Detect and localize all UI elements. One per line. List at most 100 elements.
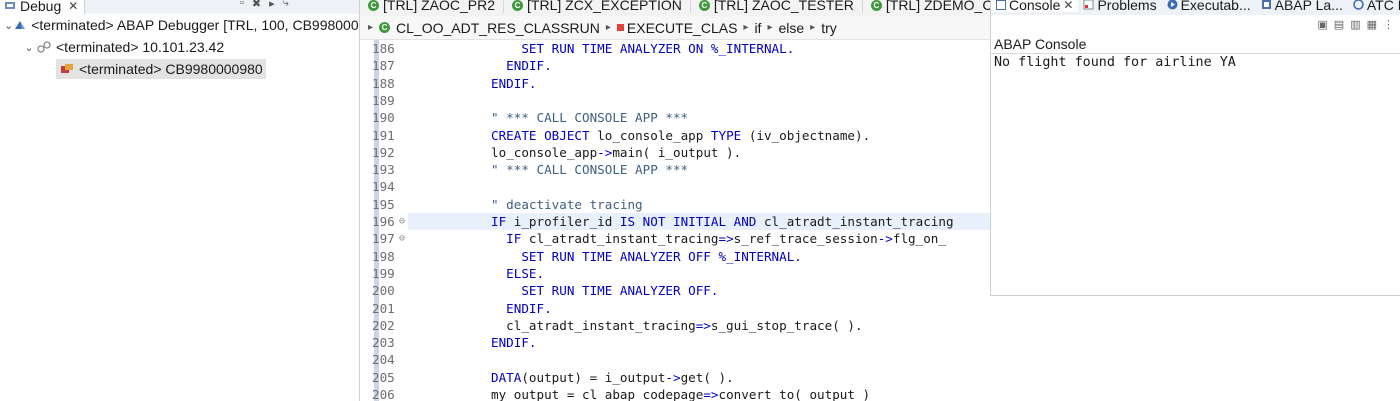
breadcrumb: ▸ C CL_OO_ADT_RES_CLASSRUN ▸ EXECUTE_CLA… — [360, 16, 990, 40]
code-line[interactable]: 202 cl_atradt_instant_tracing=>s_gui_sto… — [360, 317, 990, 334]
breadcrumb-item-if[interactable]: if — [754, 20, 761, 36]
editor-tab-3[interactable]: C [TRL] ZAOC_TESTER — [691, 0, 863, 13]
chevron-right-icon[interactable]: ▸ — [368, 22, 373, 33]
code-line[interactable]: 198 SET RUN TIME ANALYZER OFF %_INTERNAL… — [360, 248, 990, 265]
debug-tabbar: Debug ✕ ▫ ✖ ▸ ⤷ — [0, 0, 359, 14]
code-text[interactable]: lo_console_app->main( i_output ). — [408, 144, 990, 161]
code-text[interactable]: ENDIF. — [408, 300, 990, 317]
code-line[interactable]: 203 ENDIF. — [360, 334, 990, 351]
code-line[interactable]: 195 " deactivate tracing — [360, 196, 990, 213]
resume-icon[interactable]: ▸ — [269, 0, 275, 10]
step-over-icon[interactable]: ⤷ — [283, 0, 289, 10]
pin-console-icon[interactable]: ▥ — [1350, 18, 1360, 31]
code-line[interactable]: 189 — [360, 92, 990, 109]
code-text[interactable]: ENDIF. — [408, 75, 990, 92]
code-text[interactable]: CREATE OBJECT lo_console_app TYPE (iv_ob… — [408, 127, 990, 144]
code-token: IF — [491, 231, 522, 247]
code-token: get( ). — [680, 369, 734, 385]
code-token: " deactivate tracing — [491, 196, 643, 212]
code-line[interactable]: 201 ENDIF. — [360, 300, 990, 317]
code-text[interactable]: " deactivate tracing — [408, 196, 990, 213]
code-token: ENDIF. — [491, 335, 537, 351]
tree-item-host[interactable]: ⌄ <terminated> 10.101.23.42 — [0, 36, 359, 58]
code-line[interactable]: 188 ENDIF. — [360, 75, 990, 92]
remove-launch-icon[interactable]: ✖ — [252, 0, 261, 10]
code-text[interactable]: SET RUN TIME ANALYZER OFF. — [408, 282, 990, 299]
code-text[interactable]: ELSE. — [408, 265, 990, 282]
tab-atc-problems[interactable]: ATC Prob — [1348, 0, 1400, 13]
code-line[interactable]: 199 ELSE. — [360, 265, 990, 282]
console-toolbar: ▣ ▤ ▥ ▦ ⋮ — [1317, 18, 1394, 31]
code-line[interactable]: 190 " *** CALL CONSOLE APP *** — [360, 109, 990, 126]
breadcrumb-item-method[interactable]: EXECUTE_CLAS — [616, 19, 738, 36]
code-line[interactable]: 193 " *** CALL CONSOLE APP *** — [360, 161, 990, 178]
code-area[interactable]: 186 SET RUN TIME ANALYZER ON %_INTERNAL.… — [360, 40, 990, 401]
code-text[interactable]: SET RUN TIME ANALYZER OFF %_INTERNAL. — [408, 248, 990, 265]
code-text[interactable]: cl_atradt_instant_tracing=>s_gui_stop_tr… — [408, 317, 990, 334]
code-text[interactable]: ENDIF. — [408, 57, 990, 74]
code-text[interactable]: my_output = cl_abap_codepage=>convert_to… — [408, 386, 990, 401]
breadcrumb-item-class[interactable]: CL_OO_ADT_RES_CLASSRUN — [396, 20, 600, 36]
code-line[interactable]: 192 lo_console_app->main( i_output ). — [360, 144, 990, 161]
code-text[interactable]: " *** CALL CONSOLE APP *** — [408, 161, 990, 178]
breadcrumb-item-label: EXECUTE_CLAS — [626, 19, 738, 36]
code-text[interactable]: DATA(output) = i_output->get( ). — [408, 369, 990, 386]
code-line[interactable]: 186 SET RUN TIME ANALYZER ON %_INTERNAL. — [360, 40, 990, 57]
fold-toggle-icon[interactable]: ⊖ — [399, 230, 405, 247]
code-text[interactable] — [408, 351, 990, 368]
view-menu-icon[interactable]: ⋮ — [1383, 18, 1394, 31]
tab-abap-language[interactable]: ABAP La... — [1256, 0, 1348, 13]
close-icon[interactable]: ✕ — [68, 0, 78, 13]
tree-item-debugger[interactable]: ⌄ <terminated> ABAP Debugger [TRL, 100, … — [0, 14, 359, 36]
remove-all-terminated-icon[interactable]: ▫ — [240, 0, 244, 10]
line-number: 191 — [372, 127, 395, 143]
code-line[interactable]: 187 ENDIF. — [360, 57, 990, 74]
tab-executable[interactable]: Executab... — [1162, 0, 1256, 13]
code-line[interactable]: 200 SET RUN TIME ANALYZER OFF. — [360, 282, 990, 299]
code-text[interactable] — [408, 178, 990, 195]
editor-tab-1[interactable]: C [TRL] ZAOC_PR2 — [360, 0, 505, 13]
code-token: => — [718, 231, 734, 247]
editor-tab-label: [TRL] ZDEMO_CONN — [885, 0, 990, 13]
editor-tab-4[interactable]: C [TRL] ZDEMO_CONN — [863, 0, 990, 13]
code-line[interactable]: 191 CREATE OBJECT lo_console_app TYPE (iv… — [360, 127, 990, 144]
tab-debug[interactable]: Debug ✕ — [0, 0, 86, 14]
line-number: 189 — [372, 92, 395, 108]
code-text[interactable] — [408, 92, 990, 109]
code-line[interactable]: 196 ⊖ IF i_profiler_id IS NOT INITIAL AND … — [360, 213, 990, 231]
editor-tabbar: C [TRL] ZAOC_PR2 C [TRL] ZCX_EXCEPTION C… — [360, 0, 990, 16]
code-text[interactable]: SET RUN TIME ANALYZER ON %_INTERNAL. — [408, 40, 990, 57]
breadcrumb-item-else[interactable]: else — [778, 20, 804, 36]
code-line[interactable]: 197 ⊖ IF cl_atradt_instant_tracing=>s_ref… — [360, 230, 990, 247]
clear-console-icon[interactable]: ▣ — [1317, 18, 1327, 31]
breadcrumb-item-try[interactable]: try — [821, 20, 837, 36]
divider — [991, 53, 1400, 54]
chevron-down-icon[interactable]: ⌄ — [4, 19, 13, 32]
code-token: SET RUN TIME ANALYZER OFF. — [491, 283, 719, 299]
code-line[interactable]: 206 my_output = cl_abap_codepage=>convert… — [360, 386, 990, 401]
fold-toggle-icon[interactable]: ⊖ — [399, 213, 405, 230]
code-token: i_profiler_id — [506, 214, 620, 229]
code-text[interactable]: IF i_profiler_id IS NOT INITIAL AND cl_a… — [408, 213, 990, 231]
console-output[interactable]: No flight found for airline YA — [994, 55, 1236, 70]
tab-problems[interactable]: Problems — [1078, 0, 1161, 13]
code-line[interactable]: 204 — [360, 351, 990, 368]
code-token: TYPE — [710, 127, 742, 143]
chevron-down-icon[interactable]: ⌄ — [22, 41, 36, 54]
tree-item-session[interactable]: <terminated> CB9980000980 — [0, 58, 359, 80]
editor-tab-2[interactable]: C [TRL] ZCX_EXCEPTION — [504, 0, 691, 13]
display-selected-console-icon[interactable]: ▦ — [1367, 18, 1377, 31]
code-text[interactable]: IF cl_atradt_instant_tracing=>s_ref_trac… — [408, 230, 990, 247]
close-icon[interactable]: ✕ — [1063, 0, 1073, 12]
code-line[interactable]: 194 — [360, 178, 990, 195]
terminated-thread-icon — [59, 62, 75, 76]
code-text[interactable]: " *** CALL CONSOLE APP *** — [408, 109, 990, 126]
tab-console[interactable]: Console ✕ — [991, 0, 1079, 13]
class-icon: C — [698, 0, 710, 11]
code-token: s_gui_stop_trace( ). — [710, 317, 863, 333]
code-text[interactable]: ENDIF. — [408, 334, 990, 351]
code-line[interactable]: 205 DATA(output) = i_output->get( ). — [360, 369, 990, 386]
code-token: -> — [597, 144, 613, 160]
scroll-lock-icon[interactable]: ▤ — [1334, 18, 1344, 31]
tree-item-label: <terminated> CB9980000980 — [79, 61, 263, 77]
